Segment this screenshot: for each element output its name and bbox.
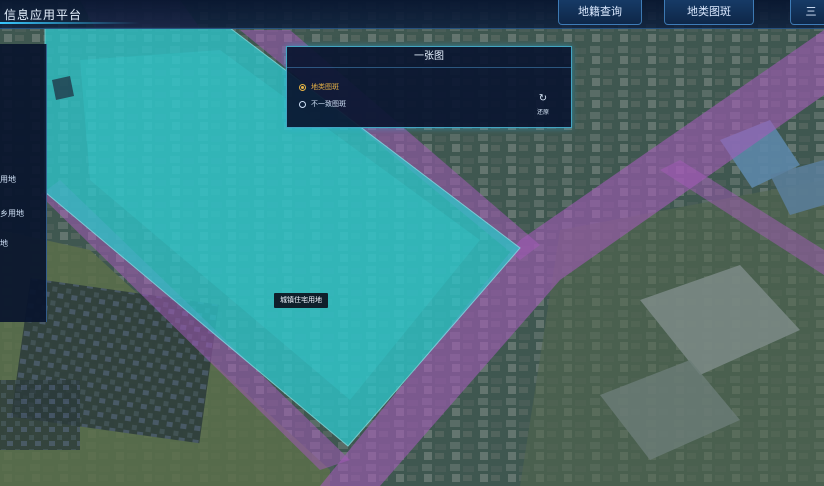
parcel-building-shadow: [52, 76, 74, 100]
option-land-parcels[interactable]: 地类图斑: [299, 80, 339, 94]
sidebar-item-2[interactable]: 乡用地: [0, 208, 46, 219]
radio-unselected-icon[interactable]: [299, 100, 306, 108]
tab-third[interactable]: 三: [790, 0, 824, 25]
left-sidebar: 用地 乡用地 地: [0, 44, 47, 322]
tab-land-parcels[interactable]: 地类图斑: [664, 0, 754, 25]
radio-selected-icon[interactable]: [299, 83, 306, 91]
sidebar-item-1[interactable]: 用地: [0, 174, 46, 185]
sidebar-item-3[interactable]: 地: [0, 238, 46, 249]
reset-button[interactable]: ↻ 还原: [531, 93, 555, 116]
dark-building-cluster-2: [0, 380, 80, 450]
parcel-label: 城镇住宅用地: [274, 293, 328, 308]
app-title: 信息应用平台: [4, 8, 83, 22]
option-label: 不一致图斑: [311, 100, 346, 108]
top-bar: 信息应用平台 地籍查询 地类图斑 三: [0, 0, 824, 29]
option-inconsistent-parcels[interactable]: 不一致图斑: [299, 97, 346, 111]
refresh-icon: ↻: [538, 93, 548, 104]
reset-label: 还原: [536, 109, 549, 116]
panel-title: 一张图: [287, 47, 571, 68]
layer-panel: 一张图 地类图斑 不一致图斑 ↻ 还原: [286, 46, 572, 128]
title-underline: [0, 22, 140, 24]
option-label: 地类图斑: [311, 83, 339, 91]
tab-cadastral-query[interactable]: 地籍查询: [558, 0, 642, 25]
